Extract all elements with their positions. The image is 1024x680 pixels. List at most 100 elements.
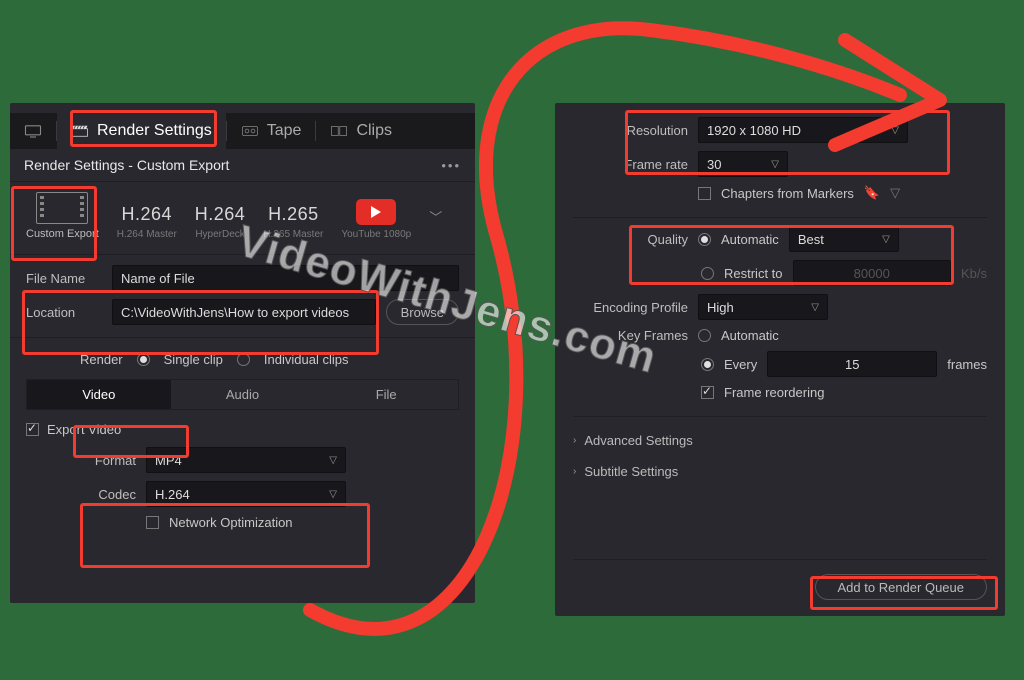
resolution-select[interactable]: 1920 x 1080 HD ▽ <box>698 117 908 143</box>
frame-reorder-label: Frame reordering <box>724 385 824 400</box>
location-label: Location <box>26 305 102 320</box>
quality-select[interactable]: Best ▽ <box>789 226 899 252</box>
subtitle-label: Subtitle Settings <box>584 464 678 479</box>
preset-custom-export[interactable]: Custom Export <box>26 192 99 240</box>
network-opt-checkbox[interactable] <box>146 516 159 529</box>
radio-single-clip[interactable] <box>137 353 150 366</box>
encoding-profile-label: Encoding Profile <box>573 300 688 315</box>
encoding-profile-value: High <box>707 300 734 315</box>
preset-sub: HyperDeck <box>195 229 244 240</box>
chevron-down-icon: ▽ <box>882 234 890 245</box>
subtitle-settings-expander[interactable]: › Subtitle Settings <box>573 456 987 487</box>
tab-monitor[interactable] <box>10 113 56 149</box>
radio-individual-clips[interactable] <box>237 353 250 366</box>
tab-clips[interactable]: Clips <box>316 113 406 149</box>
location-input[interactable] <box>112 299 376 325</box>
preset-h265-master[interactable]: H.265 H.265 Master <box>263 204 323 240</box>
tab-tape[interactable]: Tape <box>227 113 316 149</box>
radio-quality-restrict[interactable] <box>701 267 714 280</box>
preset-big: H.265 <box>268 204 319 225</box>
bookmark-icon: 🔖 <box>864 185 880 201</box>
kbs-label: Kb/s <box>961 266 987 281</box>
tab-label: Tape <box>267 122 302 140</box>
frame-rate-select[interactable]: 30 ▽ <box>698 151 788 177</box>
add-to-render-queue-button[interactable]: Add to Render Queue <box>815 574 987 600</box>
preset-h264-master[interactable]: H.264 H.264 Master <box>117 204 177 240</box>
quality-value: Best <box>798 232 824 247</box>
tab-render-settings[interactable]: Render Settings <box>57 113 226 149</box>
subtab-audio[interactable]: Audio <box>171 380 315 409</box>
panel-title: Render Settings - Custom Export <box>24 157 229 173</box>
chevron-down-icon[interactable]: ﹀ <box>429 207 442 226</box>
chevron-right-icon: › <box>573 435 576 446</box>
file-name-label: File Name <box>26 271 102 286</box>
chevron-down-icon: ▽ <box>891 125 899 136</box>
radio-kf-every[interactable] <box>701 358 714 371</box>
preset-sub: YouTube 1080p <box>341 229 411 240</box>
radio-kf-automatic[interactable] <box>698 329 711 342</box>
codec-value: H.264 <box>155 487 190 502</box>
filmstrip-icon <box>36 192 88 224</box>
deliver-tabbar: Render Settings Tape Clips <box>10 113 475 149</box>
bitrate-input[interactable]: 80000 <box>793 260 951 286</box>
single-clip-label: Single clip <box>164 352 223 367</box>
network-opt-label: Network Optimization <box>169 515 293 530</box>
monitor-icon <box>24 124 42 138</box>
key-frames-label: Key Frames <box>573 328 688 343</box>
preset-sub: H.265 Master <box>263 229 323 240</box>
tape-icon <box>241 124 259 138</box>
preset-strip: Custom Export H.264 H.264 Master H.264 H… <box>10 181 475 255</box>
export-video-checkbox[interactable] <box>26 423 39 436</box>
quality-auto-label: Automatic <box>721 232 779 247</box>
tab-label: Render Settings <box>97 122 212 140</box>
preset-youtube-1080p[interactable]: YouTube 1080p <box>341 199 411 240</box>
individual-clips-label: Individual clips <box>264 352 349 367</box>
resolution-value: 1920 x 1080 HD <box>707 123 801 138</box>
codec-select[interactable]: H.264 ▽ <box>146 481 346 507</box>
kf-auto-label: Automatic <box>721 328 779 343</box>
format-value: MP4 <box>155 453 182 468</box>
frame-rate-label: Frame rate <box>573 157 688 172</box>
chapters-label: Chapters from Markers <box>721 186 854 201</box>
chevron-down-icon: ▽ <box>771 159 779 170</box>
frame-reorder-checkbox[interactable] <box>701 386 714 399</box>
preset-sub: H.264 Master <box>117 229 177 240</box>
youtube-icon <box>356 199 396 225</box>
advanced-settings-expander[interactable]: › Advanced Settings <box>573 425 987 456</box>
advanced-label: Advanced Settings <box>584 433 692 448</box>
preset-big: H.264 <box>195 204 246 225</box>
quality-label: Quality <box>573 232 688 247</box>
clips-icon <box>330 124 348 138</box>
render-settings-panel: Render Settings - Custom Export ••• Cust… <box>10 103 475 603</box>
browse-button[interactable]: Browse <box>386 299 459 325</box>
panel-menu-icon[interactable]: ••• <box>441 158 461 173</box>
preset-label: Custom Export <box>26 228 99 240</box>
encoding-profile-select[interactable]: High▽ <box>698 294 828 320</box>
radio-quality-automatic[interactable] <box>698 233 711 246</box>
preset-big: H.264 <box>121 204 172 225</box>
chapters-checkbox[interactable] <box>698 187 711 200</box>
render-label: Render <box>80 352 123 367</box>
subtab-file[interactable]: File <box>314 380 458 409</box>
format-select[interactable]: MP4 ▽ <box>146 447 346 473</box>
codec-label: Codec <box>26 487 136 502</box>
chevron-down-icon[interactable]: ▽ <box>890 185 900 201</box>
preset-hyperdeck[interactable]: H.264 HyperDeck <box>195 204 246 240</box>
kf-frames-label: frames <box>947 357 987 372</box>
format-label: Format <box>26 453 136 468</box>
chevron-down-icon: ▽ <box>329 489 337 500</box>
tab-label: Clips <box>356 122 392 140</box>
restrict-label: Restrict to <box>724 266 783 281</box>
chevron-right-icon: › <box>573 466 576 477</box>
export-video-label: Export Video <box>47 422 121 437</box>
kf-value-input[interactable] <box>767 351 937 377</box>
file-name-input[interactable] <box>112 265 459 291</box>
render-settings-panel-right: Resolution 1920 x 1080 HD ▽ Frame rate 30… <box>555 103 1005 616</box>
frame-rate-value: 30 <box>707 157 721 172</box>
subtab-video[interactable]: Video <box>27 380 171 409</box>
resolution-label: Resolution <box>573 123 688 138</box>
chevron-down-icon: ▽ <box>329 455 337 466</box>
clapper-icon <box>71 124 89 138</box>
kf-every-label: Every <box>724 357 757 372</box>
subtab-bar: Video Audio File <box>26 379 459 410</box>
